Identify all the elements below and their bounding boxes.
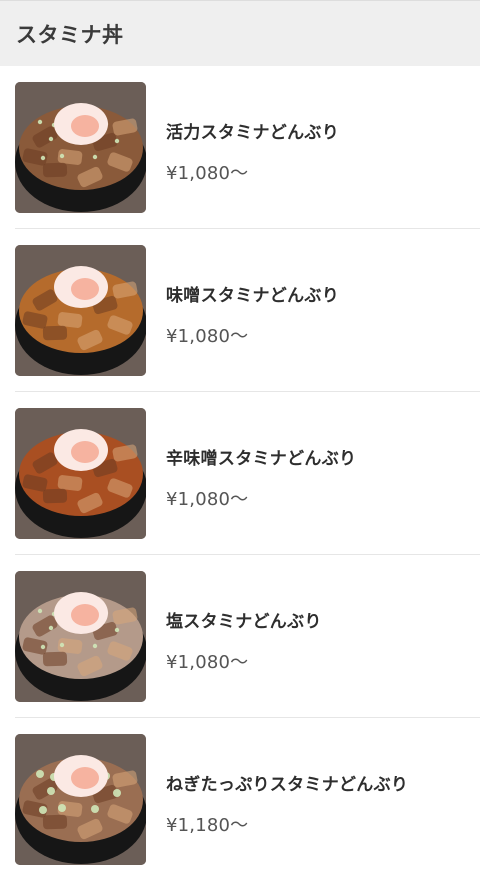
dish-illustration (15, 407, 146, 539)
dish-name: 味噌スタミナどんぶり (166, 285, 339, 306)
menu-item[interactable]: ねぎたっぷりスタミナどんぶり ¥1,180〜 (15, 718, 480, 871)
menu-item[interactable]: 塩スタミナどんぶり ¥1,080〜 (15, 555, 480, 718)
dish-image (15, 734, 146, 865)
dish-name: ねぎたっぷりスタミナどんぶり (166, 775, 409, 795)
dish-image (15, 81, 146, 213)
dish-image (15, 570, 146, 702)
menu-item[interactable]: 活力スタミナどんぶり ¥1,080〜 (15, 66, 480, 229)
dish-illustration (15, 81, 146, 213)
dish-price: ¥1,080〜 (166, 651, 249, 673)
dish-illustration (15, 734, 146, 865)
dish-image (15, 407, 146, 539)
dish-name: 塩スタミナどんぶり (166, 611, 322, 632)
page-title: スタミナ丼 (16, 22, 124, 47)
header-bar: スタミナ丼 (0, 0, 480, 66)
dish-image (15, 244, 146, 376)
dish-price: ¥1,080〜 (166, 488, 249, 510)
menu-list: 活力スタミナどんぶり ¥1,080〜 味噌スタミナどんぶり ¥1,080〜 辛味… (0, 66, 480, 871)
menu-item[interactable]: 辛味噌スタミナどんぶり ¥1,080〜 (15, 392, 480, 555)
dish-price: ¥1,180〜 (166, 815, 249, 836)
dish-illustration (15, 244, 146, 376)
dish-name: 辛味噌スタミナどんぶり (166, 448, 357, 469)
dish-price: ¥1,080〜 (166, 162, 249, 184)
menu-item[interactable]: 味噌スタミナどんぶり ¥1,080〜 (15, 229, 480, 392)
dish-price: ¥1,080〜 (166, 325, 249, 347)
dish-illustration (15, 570, 146, 702)
dish-name: 活力スタミナどんぶり (166, 122, 339, 143)
